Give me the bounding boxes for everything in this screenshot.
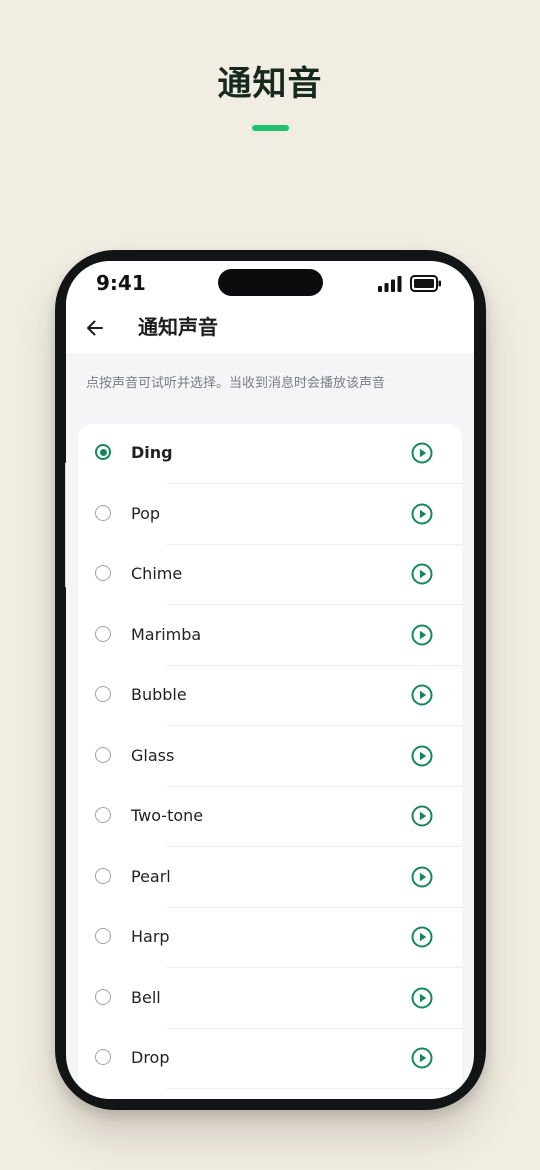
app-title: 通知声音 <box>138 315 218 339</box>
battery-icon <box>410 275 441 292</box>
sound-label: Pop <box>131 503 161 523</box>
sound-row[interactable]: Ding <box>78 424 462 484</box>
sound-label: Chime <box>131 564 183 583</box>
app-bar: 通知声音 <box>66 305 474 353</box>
sound-label: Bell <box>131 987 161 1007</box>
sound-row[interactable]: Glass <box>78 727 462 787</box>
sound-row[interactable]: Drop <box>78 1029 462 1089</box>
sound-row[interactable]: Marimba <box>78 606 462 666</box>
radio-unselected[interactable] <box>95 686 111 702</box>
play-icon[interactable] <box>411 624 433 646</box>
radio-unselected[interactable] <box>95 565 111 581</box>
sound-row[interactable]: Bell <box>78 969 462 1029</box>
heading-underline <box>252 125 289 131</box>
sound-label: Glass <box>131 745 175 765</box>
play-icon[interactable] <box>411 866 433 888</box>
radio-unselected[interactable] <box>95 928 111 944</box>
sound-list: Ding Pop Chime Marimba Bubble Glass Two-tone Pe… <box>78 424 462 1099</box>
status-time: 9:41 <box>96 271 146 295</box>
radio-unselected[interactable] <box>95 625 111 642</box>
play-icon[interactable] <box>411 442 433 464</box>
play-icon[interactable] <box>411 503 433 525</box>
sound-label: Bubble <box>131 685 187 704</box>
play-icon[interactable] <box>411 684 433 706</box>
sound-row[interactable]: Chime <box>78 545 462 605</box>
radio-unselected[interactable] <box>95 746 111 763</box>
sound-label: Ding <box>131 443 173 462</box>
play-icon[interactable] <box>411 563 433 585</box>
signal-icon <box>378 276 402 292</box>
sound-row[interactable]: Pop <box>78 485 462 545</box>
play-icon[interactable] <box>411 745 433 767</box>
play-icon[interactable] <box>411 1047 433 1069</box>
arrow-left-icon <box>87 320 103 336</box>
page-heading: 通知音 <box>217 64 323 104</box>
play-icon[interactable] <box>411 926 433 948</box>
radio-unselected[interactable] <box>95 504 111 521</box>
sound-row[interactable]: Bubble <box>78 666 462 726</box>
dynamic-island <box>218 269 323 296</box>
sound-label: Marimba <box>131 624 202 644</box>
play-icon[interactable] <box>411 987 433 1009</box>
sound-row[interactable]: Harp <box>78 908 462 968</box>
radio-unselected[interactable] <box>95 867 111 884</box>
radio-unselected[interactable] <box>95 807 111 823</box>
sound-row[interactable]: Pearl <box>78 848 462 908</box>
phone-screen: 9:41 通知声音 点按声音可试听并选择。当收到消息时会播放该声音 Ding Po… <box>66 261 474 1099</box>
sound-label: Two-tone <box>131 806 204 825</box>
radio-unselected[interactable] <box>95 988 111 1005</box>
sound-label: Harp <box>131 927 170 946</box>
back-button[interactable] <box>80 313 110 343</box>
hint-text: 点按声音可试听并选择。当收到消息时会播放该声音 <box>86 376 386 391</box>
row-divider <box>166 1088 462 1089</box>
sound-label: Pearl <box>131 866 171 886</box>
sound-label: Drop <box>131 1048 170 1067</box>
radio-selected[interactable] <box>95 444 111 460</box>
play-icon[interactable] <box>411 805 433 827</box>
sound-row[interactable]: Two-tone <box>78 787 462 847</box>
radio-unselected[interactable] <box>95 1049 111 1065</box>
